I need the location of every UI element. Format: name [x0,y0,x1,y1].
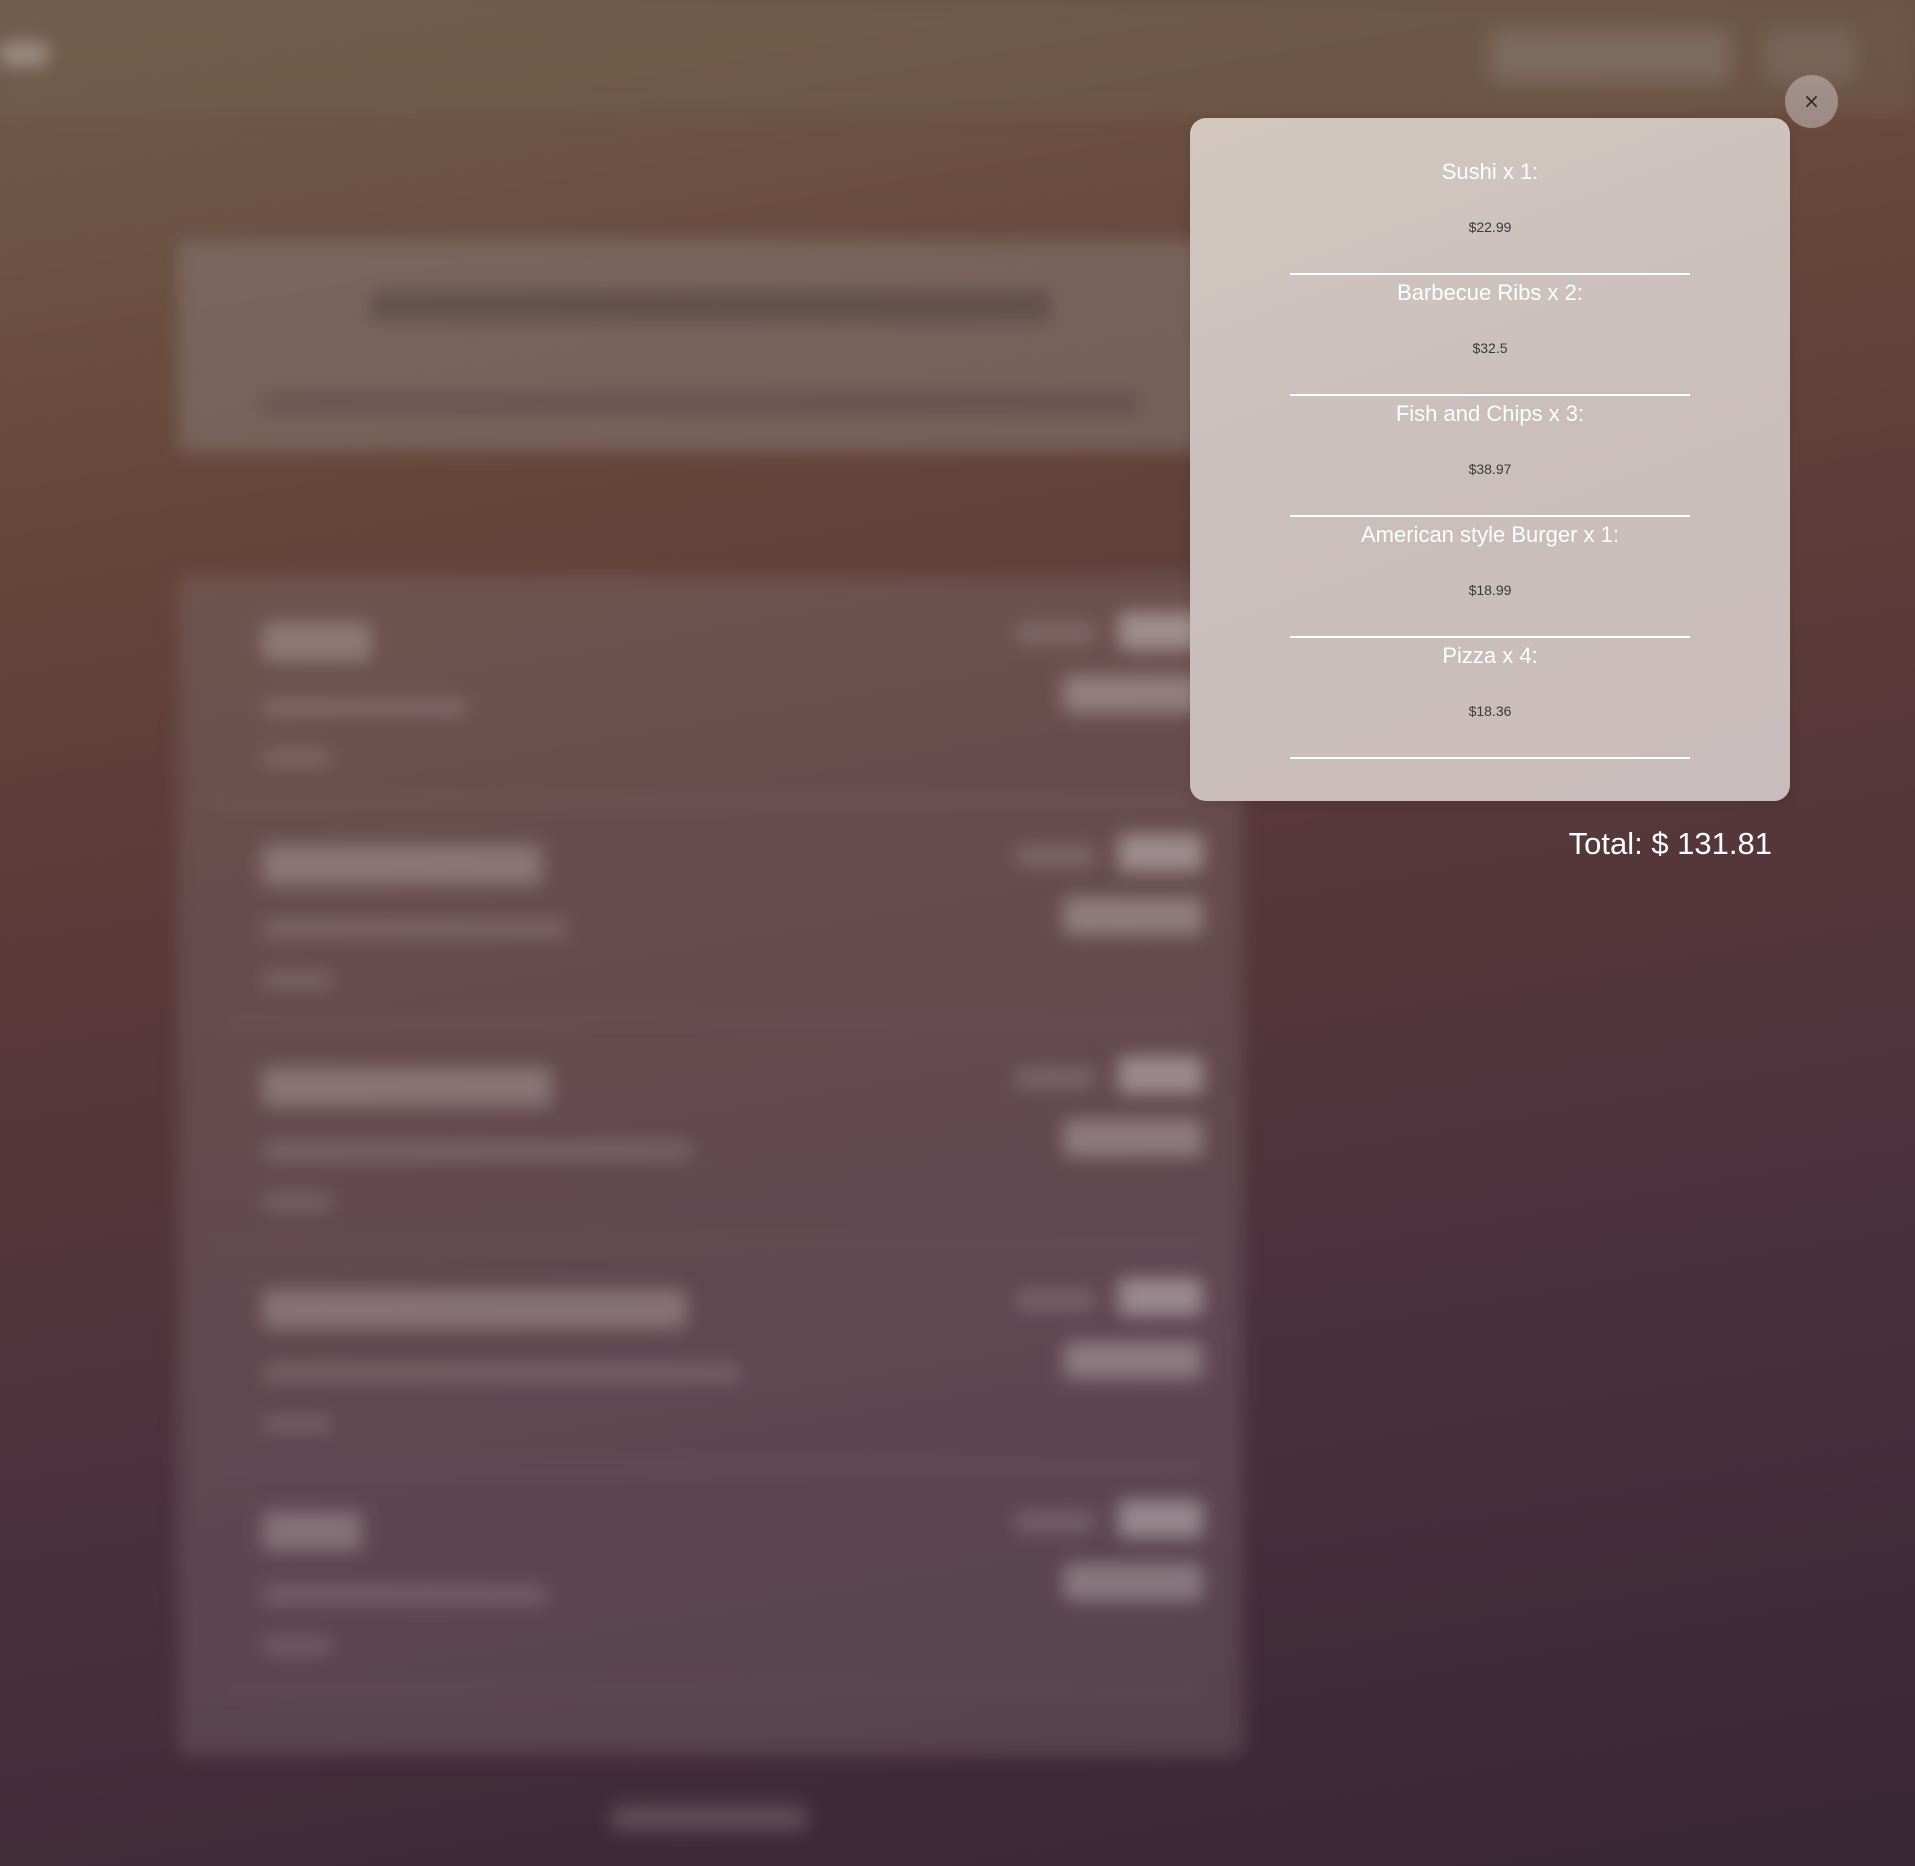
cart-item-price: $18.99 [1468,582,1512,598]
cart-item-price: $38.97 [1468,461,1512,477]
cart-item-price: $22.99 [1468,219,1512,235]
cart-item: Pizza x 4: $18.36 [1290,638,1690,759]
cart-item: Barbecue Ribs x 2: $32.5 [1290,275,1690,396]
cart-item-name: Fish and Chips x 3: [1395,401,1585,426]
cart-item: Fish and Chips x 3: $38.97 [1290,396,1690,517]
close-cart-button[interactable]: × [1785,75,1838,128]
cart-item-list: Sushi x 1: $22.99 Barbecue Ribs x 2: $32… [1290,154,1690,759]
cart-item-price: $18.36 [1468,703,1512,719]
cart-panel: Sushi x 1: $22.99 Barbecue Ribs x 2: $32… [1190,118,1790,801]
cart-item-name: American style Burger x 1: [1361,522,1619,547]
cart-total: Total: $ 131.81 [1568,826,1772,861]
cart-item: Sushi x 1: $22.99 [1290,154,1690,275]
cart-item-name: Sushi x 1: [1441,159,1539,184]
cart-item-price: $32.5 [1472,340,1508,356]
cart-item: American style Burger x 1: $18.99 [1290,517,1690,638]
cart-item-name: Barbecue Ribs x 2: [1397,280,1583,305]
cart-item-name: Pizza x 4: [1442,643,1538,668]
